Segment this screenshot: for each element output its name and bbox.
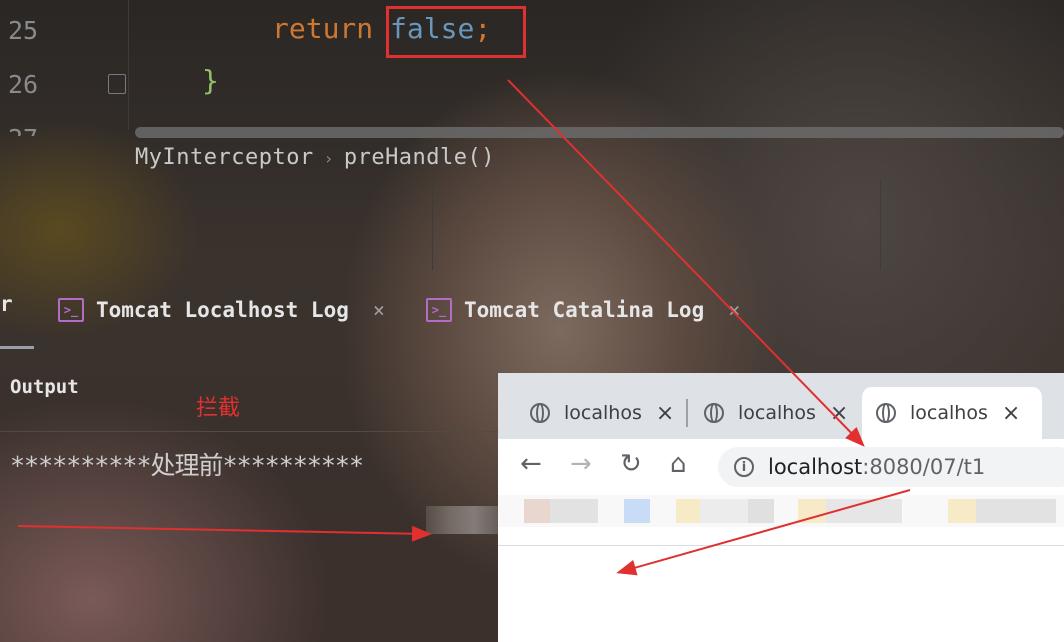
reload-icon[interactable]: ↻ xyxy=(620,449,642,479)
panel-divider-right xyxy=(880,180,881,270)
browser-tab-strip: localhos × localhos × localhos × xyxy=(498,373,1064,439)
browser-tab-active[interactable]: localhos × xyxy=(862,387,1042,439)
tab-partial[interactable]: r xyxy=(0,292,13,316)
line-number: 26 xyxy=(8,70,39,99)
bookmark-item[interactable] xyxy=(748,499,774,523)
tab-tomcat-localhost-log[interactable]: >_ Tomcat Localhost Log × xyxy=(58,292,385,328)
pixelated-region xyxy=(426,506,498,534)
bookmark-item[interactable] xyxy=(524,499,550,523)
code-line-25[interactable]: 25 return false; xyxy=(0,4,1064,58)
breadcrumb-separator: › xyxy=(323,149,334,168)
output-divider xyxy=(0,431,520,432)
tab-label: Tomcat Localhost Log xyxy=(96,298,349,322)
bookmark-item[interactable] xyxy=(550,499,598,523)
bookmark-item[interactable] xyxy=(798,499,826,523)
globe-icon xyxy=(704,403,724,423)
bookmark-item[interactable] xyxy=(700,499,748,523)
output-label[interactable]: Output xyxy=(10,376,79,398)
panel-divider xyxy=(432,180,433,270)
annotation-label: 拦截 xyxy=(196,396,241,421)
breadcrumb: MyInterceptor › preHandle() xyxy=(135,145,495,170)
breadcrumb-method[interactable]: preHandle() xyxy=(344,145,495,170)
code-line-26[interactable]: 26 } xyxy=(0,58,1064,112)
bookmark-item[interactable] xyxy=(948,499,976,523)
tab-separator xyxy=(686,399,688,427)
tab-tomcat-catalina-log[interactable]: >_ Tomcat Catalina Log × xyxy=(426,292,740,328)
browser-tab[interactable]: localhos × xyxy=(516,387,674,439)
page-content-empty xyxy=(498,546,1064,642)
browser-tab-title: localhos xyxy=(738,402,816,424)
browser-window: localhos × localhos × localhos × ← → ↻ ⌂… xyxy=(498,373,1064,642)
browser-tab[interactable]: localhos × xyxy=(690,387,848,439)
tab-label: Tomcat Catalina Log xyxy=(464,298,705,322)
home-icon[interactable]: ⌂ xyxy=(670,449,687,479)
console-output-line: **********处理前********** xyxy=(10,451,364,480)
bookmark-item[interactable] xyxy=(826,499,902,523)
back-icon[interactable]: ← xyxy=(520,449,542,479)
bookmark-item[interactable] xyxy=(624,499,650,523)
url-host: localhost xyxy=(768,455,863,479)
browser-tab-title: localhos xyxy=(910,402,988,424)
console-icon: >_ xyxy=(426,298,452,322)
active-tab-indicator xyxy=(0,346,34,349)
console-icon: >_ xyxy=(58,298,84,322)
highlight-box xyxy=(386,6,526,58)
info-icon[interactable]: i xyxy=(734,457,754,477)
bookmark-item[interactable] xyxy=(676,499,700,523)
address-bar[interactable]: i localhost:8080/07/t1 xyxy=(718,447,1064,487)
closing-brace: } xyxy=(202,64,219,97)
close-icon[interactable]: × xyxy=(728,298,740,322)
close-icon[interactable]: × xyxy=(1002,401,1020,426)
bookmark-item[interactable] xyxy=(976,499,1056,523)
forward-icon[interactable]: → xyxy=(570,449,592,479)
globe-icon xyxy=(876,403,896,423)
close-icon[interactable]: × xyxy=(373,298,385,322)
close-icon[interactable]: × xyxy=(830,401,848,426)
fold-marker-icon[interactable] xyxy=(108,74,126,94)
close-icon[interactable]: × xyxy=(656,401,674,426)
line-number: 27 xyxy=(8,124,48,136)
browser-toolbar: ← → ↻ ⌂ i localhost:8080/07/t1 xyxy=(498,439,1064,495)
browser-tab-title: localhos xyxy=(564,402,642,424)
return-keyword: return xyxy=(272,12,374,45)
bookmarks-bar-blurred xyxy=(498,495,1064,527)
breadcrumb-class[interactable]: MyInterceptor xyxy=(135,145,314,170)
line-number: 25 xyxy=(8,16,39,45)
horizontal-scrollbar[interactable] xyxy=(135,127,1064,138)
url-path: :8080/07/t1 xyxy=(862,455,986,479)
globe-icon xyxy=(530,403,550,423)
